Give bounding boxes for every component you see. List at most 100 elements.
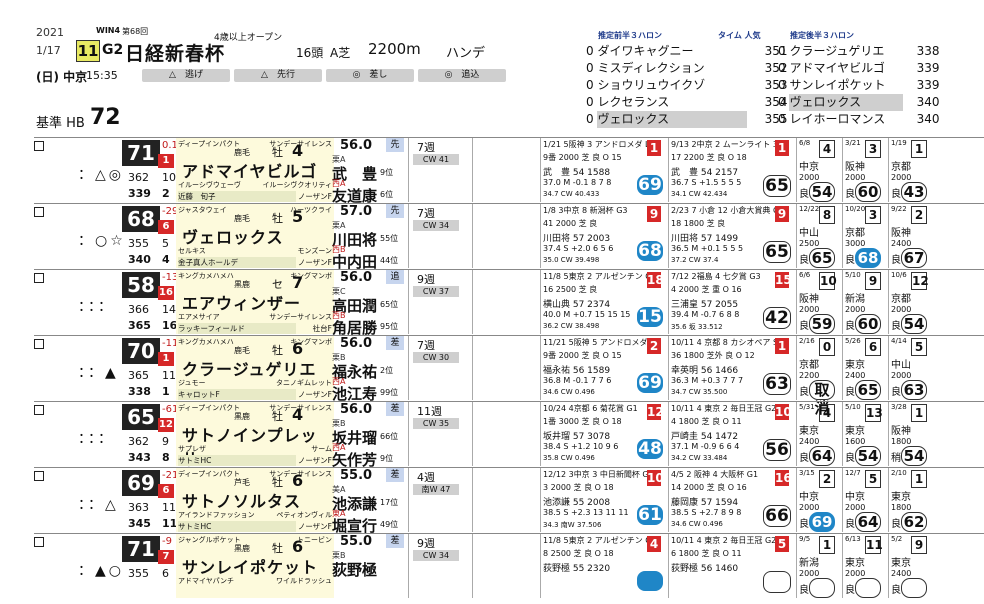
horse-name[interactable]: サトノソルタス [182,488,301,512]
sire: ディープインパクト [178,140,241,148]
horse-row[interactable]: ：：： 58 -131 16 366 14 365 16 キングカメハメハ キン… [34,269,984,337]
workout-bar: CW 35 [413,418,459,429]
training-info: 4週 南W 47 [408,468,471,532]
distance: 2200m [368,40,421,58]
horse-row[interactable]: ：：： 65 -61 12 362 9 343 8 ディープインパクト サンデー… [34,401,984,469]
horse-row[interactable]: ：△◎ 71 0.1 1 362 10 339 2 ディープインパクト サンデー… [34,137,984,205]
select-checkbox[interactable] [34,339,44,349]
mini-rating: 69 [809,512,835,532]
mini-condition: 良 [799,387,809,398]
stat-front-time: 363 [128,501,149,514]
front-row: 0 レクセランス 354 [586,95,788,109]
stat-rear-time: 365 [128,319,151,332]
race-jockey-time: 川田将 57 2003 [543,234,611,244]
race-finish: 2 [647,338,661,354]
rear-row: 0 ヴェロックス 340 [778,94,940,111]
horse-name[interactable]: クラージュゲリエ [182,356,317,380]
mini-track: 阪神 [799,294,819,305]
stat-front-rank: 11 [162,501,176,514]
rear-prediction-list: 0 クラージュゲリエ 338 0 アドマイヤビルゴ 339 0 サンレイポケット 33… [778,43,939,128]
past-race-mini: 5/26 6 東京 2400 良 65 [842,336,887,400]
horse-name[interactable]: アドマイヤビルゴ [182,158,317,182]
race-number: 11 [76,40,100,62]
mini-date: 1/19 [891,139,907,147]
race-training: 35.8 CW 0.496 [543,454,595,462]
race-info: 14 2000 芝 良 O 16 [671,483,747,492]
jockey-name[interactable]: 荻野極 [332,559,377,580]
gate-rank: 6 [158,484,174,498]
mini-condition: 良 [799,519,809,530]
coat-color: 鹿毛 [234,148,250,157]
race-rating: 61 [637,505,663,525]
dam: エアメサイア [178,313,220,321]
weeks-rest: 4週 [417,471,435,484]
race-finish: 12 [647,404,664,420]
race-rating: 65 [763,241,791,263]
race-pace: 38.5 S +2.7 8 9 8 [671,508,742,517]
horse-score: 71 [122,536,160,562]
horse-name[interactable]: サンレイポケット [182,554,318,578]
weeks-rest: 7週 [417,207,435,220]
horse-name[interactable]: エアウィンザー [182,290,301,314]
select-checkbox[interactable] [34,207,44,217]
mini-rating: 43 [901,182,927,202]
race-pace: 37.4 S +2.0 6 5 6 [543,244,614,253]
select-checkbox[interactable] [34,537,44,547]
training-info: 7週 CW 34 [408,204,471,268]
carried-weight: 57.0 [340,204,373,219]
dam: ジュモー [178,379,206,387]
horse-name[interactable]: ヴェロックス [182,224,284,248]
horse-row[interactable]: ：：△ 69 -21 6 363 11 345 11 ディープインパクト サンデ… [34,467,984,535]
breeder: ノーザンF [297,258,332,267]
dam: サプレザ [178,445,206,453]
race-pace: 39.4 M -0.7 6 8 8 [671,310,740,319]
race-finish: 1 [775,338,789,354]
carried-weight: 55.0 [340,468,373,483]
past-race-mini: 4/14 5 中山 2000 良 63 [888,336,933,400]
race-training: 35.0 CW 39.498 [543,256,600,264]
prediction-marks: ：：： [78,431,115,447]
coat-color: 黒鹿 [234,412,250,421]
select-checkbox[interactable] [34,273,44,283]
mini-track: 阪神 [845,162,865,173]
race-training: 37.2 CW 37.4 [671,256,719,264]
race-pace: 38.5 S +2.3 13 11 11 [543,508,629,517]
horse-row[interactable]: ：○☆ 68 -29 6 355 5 340 4 ジャスタウェイ ハーツクライ … [34,203,984,271]
sire: ジャングルポケット [178,536,241,544]
race-training: 35.6 坂 33.512 [671,323,723,331]
record-grid [472,204,537,268]
horse-info: ディープインパクト サンデーサイレンス 芦毛 牡 6 サトノソルタス アイランド… [176,468,334,532]
select-checkbox[interactable] [34,471,44,481]
past-race-detail: 1/21 5阪神 3 アンドロメダ L 9番 2000 芝 良 O 15 武 豊… [540,138,667,202]
record-grid [472,468,537,532]
mini-date: 5/26 [845,337,861,345]
horse-row[interactable]: ：▲○ 71 -9 7 355 6 ジャングルポケット トニービン 黒鹿 牡 6… [34,533,984,600]
past-race-mini: 5/31 4 東京 2400 良 64 [796,402,841,466]
mini-rating: 65 [855,380,881,400]
stat-front-rank: 14 [162,303,176,316]
race-finish: 4 [647,536,661,552]
mini-rating: 54 [901,314,927,334]
horse-info: ディープインパクト サンデーサイレンス 鹿毛 牡 4 アドマイヤビルゴ イルーシ… [176,138,334,202]
mini-date: 2/16 [799,337,815,345]
horse-row[interactable]: ：：▲ 70 -11 1 365 11 338 1 キングカメハメハ キングマン… [34,335,984,417]
mini-position: 5 [911,338,927,356]
race-info: 16 2500 芝 良 [543,285,598,294]
dam-sire: モンズーン [297,247,332,255]
prediction-marks: ：：△ [78,497,119,513]
mini-position: 0 [819,338,835,356]
dam: アドマイヤパンチ [178,577,234,585]
front-row: 0 ショウリュウイクゾ 353 [586,78,788,92]
carried-weight: 56.0 [340,138,373,153]
mini-rating: 62 [901,512,927,532]
running-style: 差 [386,468,404,482]
mini-position: 1 [911,470,927,488]
select-checkbox[interactable] [34,141,44,151]
training-info: 7週 CW 30 [408,336,471,400]
select-checkbox[interactable] [34,405,44,415]
stat-rear-time: 339 [128,187,151,200]
mini-rating: 64 [809,446,835,466]
jockey-rank: 65位 [380,300,399,309]
mini-distance: 2000 [799,305,820,314]
race-jockey-time: 幸英明 56 1466 [671,366,739,376]
